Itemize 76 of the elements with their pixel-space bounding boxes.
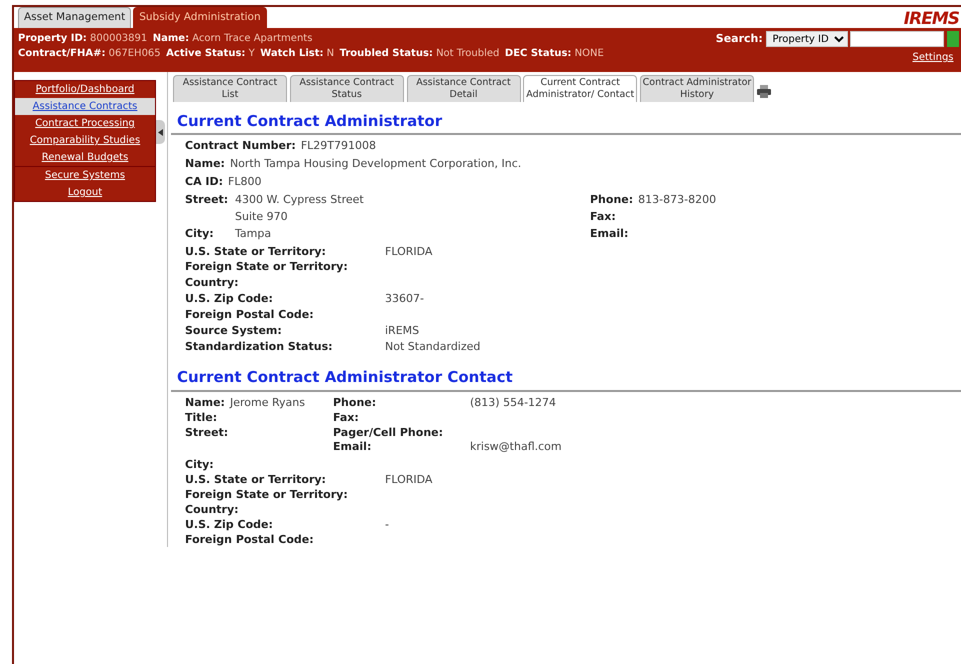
collapse-handle[interactable] xyxy=(156,120,165,144)
field-label: Phone: xyxy=(590,192,634,208)
field-label: U.S. State or Territory: xyxy=(185,473,327,488)
field-label: Standardization Status: xyxy=(185,340,334,354)
content-tab[interactable]: Current Contract Administrator/ Contact xyxy=(523,74,638,102)
search-field[interactable] xyxy=(850,31,944,48)
field-label: Email: xyxy=(333,440,372,456)
field-value: FL800 xyxy=(228,175,262,190)
search-type-dropdown[interactable]: Property ID xyxy=(766,31,848,48)
logo: IREMS xyxy=(904,11,960,28)
field-value: (813) 554-1274 xyxy=(470,396,556,411)
field-label: City: xyxy=(185,458,215,474)
field-label: Name: xyxy=(185,396,225,411)
field-label: Foreign Postal Code: xyxy=(185,532,315,548)
field-value: FL29T791008 xyxy=(300,139,376,154)
field-label: U.S. Zip Code: xyxy=(185,518,274,532)
field-label: Name: xyxy=(185,157,225,172)
header-field: Troubled Status: Not Troubled xyxy=(340,46,500,61)
field-label: Country: xyxy=(185,276,240,292)
field-label: Street: xyxy=(185,426,228,440)
sidebar-link[interactable]: Comparability Studies xyxy=(15,132,155,149)
field-value: FLORIDA xyxy=(385,473,434,488)
sidebar-link[interactable]: Portfolio/Dashboard xyxy=(15,81,155,98)
field-value: iREMS xyxy=(385,324,420,339)
content-tab[interactable]: Contract Administrator History xyxy=(640,74,754,102)
field-value: Suite 970 xyxy=(235,210,288,225)
field-label: CA ID: xyxy=(185,175,224,190)
app-tab[interactable]: Subsidy Administration xyxy=(133,7,267,28)
field-value: FLORIDA xyxy=(385,244,434,260)
content-tab[interactable]: Assistance Contract Detail xyxy=(406,74,520,102)
header-field: Name: Acorn Trace Apartments xyxy=(152,31,312,46)
header-field: Active Status: Y xyxy=(166,46,255,61)
field-label: City: xyxy=(185,226,215,242)
field-value: - xyxy=(385,518,390,532)
field-label: Foreign State or Territory: xyxy=(185,488,349,503)
field-label: U.S. State or Territory: xyxy=(185,244,327,260)
field-value: Jerome Ryans xyxy=(230,396,305,411)
field-label: Country: xyxy=(185,502,240,518)
field-label: Title: xyxy=(185,410,218,426)
field-label: Phone: xyxy=(333,396,378,411)
content-tab[interactable]: Assistance Contract List xyxy=(173,74,287,102)
search-label: Search: xyxy=(716,31,763,47)
field-label: Foreign State or Territory: xyxy=(185,260,349,276)
field-label: Source System: xyxy=(185,324,283,339)
field-label: Email: xyxy=(590,226,628,242)
content-tab[interactable]: Assistance Contract Status xyxy=(290,74,404,102)
header-field: Contract/FHA#: 067EH065 xyxy=(18,46,161,61)
field-value: Tampa xyxy=(235,226,272,242)
field-value: krisw@thafl.com xyxy=(470,440,562,456)
field-value: Not Standardized xyxy=(385,340,482,354)
field-label: Street: xyxy=(185,192,230,208)
sidebar-link[interactable]: Renewal Budgets xyxy=(15,149,155,166)
field-label: Contract Number: xyxy=(185,139,296,154)
sidebar-link[interactable]: Logout xyxy=(15,184,155,201)
settings-link[interactable]: Settings xyxy=(912,50,954,66)
app-tab[interactable]: Asset Management xyxy=(18,7,132,28)
header-field: DEC Status: NONE xyxy=(504,46,604,61)
field-label: Foreign Postal Code: xyxy=(185,308,315,323)
print-icon[interactable] xyxy=(756,85,771,98)
field-value: 33607- xyxy=(385,292,425,307)
header-field: Property ID: 800003891 xyxy=(18,31,148,46)
section-heading: Current Contract Administrator xyxy=(171,108,961,136)
sidebar-link[interactable]: Contract Processing xyxy=(15,115,155,132)
field-label: Fax: xyxy=(333,410,360,426)
field-label: U.S. Zip Code: xyxy=(185,292,274,307)
field-value: 813-873-8200 xyxy=(638,192,716,208)
add-button[interactable] xyxy=(947,31,959,48)
section-heading: Current Contract Administrator Contact xyxy=(171,364,961,392)
field-value: 4300 W. Cypress Street xyxy=(235,192,364,208)
collapse-arrow-icon xyxy=(158,128,163,136)
sidebar-link[interactable]: Secure Systems xyxy=(15,166,155,184)
sidebar-link[interactable]: Assistance Contracts xyxy=(15,98,155,115)
field-label: Pager/Cell Phone: xyxy=(333,426,444,440)
header-field: Watch List: N xyxy=(260,46,334,61)
field-value: North Tampa Housing Development Corporation, Inc. xyxy=(230,157,522,172)
field-label: Fax: xyxy=(590,210,616,225)
